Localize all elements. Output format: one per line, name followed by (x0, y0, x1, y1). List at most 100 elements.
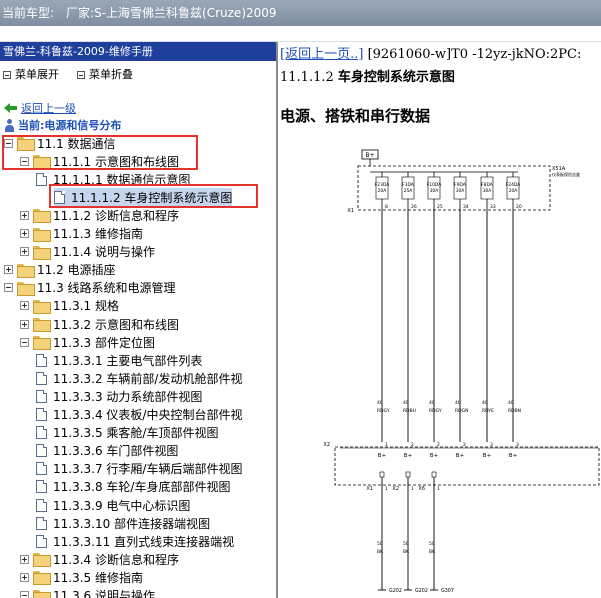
fuse-output-pin: 25 (437, 204, 443, 210)
collapse-menu-button[interactable]: 菜单折叠 (77, 63, 133, 87)
expand-plus-icon[interactable] (20, 229, 29, 238)
module-pin-number: 3 (516, 442, 519, 448)
tree-item-label: 11.3.2 示意图和布线图 (53, 317, 179, 332)
wiring-diagram: B+X51A仪表板保险丝盒F23DA20A8F3DA25A26F10DA30A2… (323, 149, 600, 594)
ground-pin-number: 1 (437, 486, 440, 492)
tree-folder-item[interactable]: 11.1.4 说明与操作 (20, 243, 155, 261)
highlight-box-data-comm (2, 135, 198, 170)
collapse-minus-icon[interactable] (4, 283, 13, 293)
tree-document-item[interactable]: 11.3.3.7 行李厢/车辆后端部件视图 (36, 460, 242, 478)
content-panel: [返回上一页..] [9261060-w]T0 -12yz-jkNO:2PC: … (278, 42, 601, 598)
ground-pin-number: 1 (411, 486, 414, 492)
ground-pin-symbol (431, 471, 437, 478)
tree-folder-item[interactable]: 11.3.6 说明与操作 (20, 587, 155, 598)
module-input-label: B+ (483, 453, 492, 459)
tree-item-label: 11.3.6 说明与操作 (53, 589, 155, 598)
tree-document-item[interactable]: 11.3.3.9 电气中心标识图 (36, 496, 190, 514)
tree-document-item[interactable]: 11.3.3.4 仪表板/中央控制台部件视 (36, 406, 242, 424)
tree-folder-item[interactable]: 11.3.1 规格 (20, 297, 119, 315)
tree-document-item[interactable]: 11.3.3.8 车轮/车身底部部件视图 (36, 478, 230, 496)
module-input-label: B+ (456, 453, 465, 459)
folder-icon (33, 227, 51, 242)
tree-folder-item[interactable]: 11.1.3 维修指南 (20, 225, 143, 243)
ground-point-label: G307 (441, 588, 454, 594)
manual-title: 雪佛兰-科鲁兹-2009-维修手册 (0, 42, 276, 61)
tree-folder-item[interactable]: 11.3.3 部件定位图 (20, 333, 155, 351)
tree-folder-item[interactable]: 11.3.5 维修指南 (20, 568, 143, 586)
document-icon (36, 480, 47, 494)
tree-document-item[interactable]: 11.3.3.5 乘客舱/车顶部件视图 (36, 424, 218, 442)
fuse-symbol (401, 176, 415, 200)
highlight-box-selected-item (49, 184, 258, 208)
tree-item-label: 11.1.2 诊断信息和程序 (53, 208, 179, 223)
back-to-parent-label: 返回上一级 (21, 102, 76, 115)
current-model-label: 当前车型: (2, 6, 55, 20)
fuse-output-pin: 20 (516, 204, 522, 210)
wire-gauge: 40 (455, 400, 461, 406)
tree-item-label: 11.1.4 说明与操作 (53, 245, 155, 260)
ground-point-label: G202 (389, 588, 402, 594)
document-icon (36, 498, 47, 512)
document-icon (36, 516, 47, 530)
tree-item-label: 11.3.3 部件定位图 (53, 335, 155, 350)
fuse-symbol (506, 176, 520, 200)
fuse-rating: 30A (483, 188, 492, 194)
ground-wire-gauge: 50 (429, 541, 435, 547)
document-icon (36, 444, 47, 458)
ground-wire-color: BK (429, 549, 436, 555)
folder-icon (33, 299, 51, 314)
tree-item-label: 11.1.3 维修指南 (53, 227, 143, 241)
expand-plus-icon[interactable] (20, 572, 29, 582)
module-connector-label: X2 (323, 442, 330, 448)
expand-plus-icon[interactable] (20, 210, 29, 220)
fuse-output-pin: 8 (385, 204, 388, 210)
expand-plus-icon[interactable] (4, 265, 13, 275)
tree-document-item[interactable]: 11.3.3.10 部件连接器端视图 (36, 514, 210, 532)
fuse-rating: 30A (430, 188, 439, 194)
collapse-minus-icon[interactable] (20, 591, 29, 598)
fuse-symbol (480, 176, 494, 200)
fuse-symbol (427, 176, 441, 200)
document-icon (36, 462, 47, 476)
back-to-previous-page-link[interactable]: [返回上一页..] (280, 47, 363, 62)
expand-plus-icon[interactable] (20, 301, 29, 311)
ground-pin-number: 1 (385, 486, 388, 492)
tree-folder-item[interactable]: 11.2 电源插座 (4, 261, 116, 279)
ground-point-label: G202 (415, 588, 428, 594)
fuse-block-connector-label: X1 (347, 208, 354, 214)
tree-folder-item[interactable]: 11.3.2 示意图和布线图 (20, 315, 179, 333)
module-input-label: B+ (404, 453, 413, 459)
expand-menu-button[interactable]: 菜单展开 (3, 63, 59, 87)
tree-document-item[interactable]: 11.3.3.6 车门部件视图 (36, 442, 178, 460)
wire-color: RDBU (403, 408, 416, 414)
back-to-parent-link[interactable]: 返回上一级 (4, 100, 76, 116)
ground-wire-gauge: 50 (403, 541, 409, 547)
collapse-minus-icon[interactable] (20, 337, 29, 347)
current-location-label: 当前:电源和信号分布 (18, 119, 122, 132)
expand-plus-icon[interactable] (20, 319, 29, 329)
tree-document-item[interactable]: 11.3.3.11 直列式线束连接器端视 (36, 532, 234, 550)
user-icon (4, 118, 15, 132)
toolbar-spacer (0, 26, 601, 42)
module-input-label: B+ (509, 453, 518, 459)
tree-folder-item[interactable]: 11.1.2 诊断信息和程序 (20, 206, 179, 224)
tree-document-item[interactable]: 11.3.3.2 车辆前部/发动机舱部件视 (36, 369, 242, 387)
section-title-line: 11.1.1.2 车身控制系统示意图 (280, 66, 455, 85)
expand-icon (3, 71, 11, 79)
ground-wire-color: BK (403, 549, 410, 555)
fuse-name: F24DA (506, 182, 520, 188)
tree-document-item[interactable]: 11.3.3.3 动力系统部件视图 (36, 387, 202, 405)
tree-item-label: 11.3.3.8 车轮/车身底部部件视图 (53, 480, 231, 495)
fuse-symbol (453, 176, 467, 200)
expand-plus-icon[interactable] (20, 247, 29, 257)
wire-color: RDGY (377, 408, 390, 414)
expand-plus-icon[interactable] (20, 554, 29, 564)
tree-document-item[interactable]: 11.3.3.1 主要电气部件列表 (36, 351, 202, 369)
tree-item-label: 11.3 线路系统和电源管理 (37, 281, 176, 296)
document-icon (36, 534, 47, 548)
tree-folder-item[interactable]: 11.3.4 诊断信息和程序 (20, 550, 179, 568)
document-icon (36, 408, 47, 421)
tree-item-label: 11.3.1 规格 (53, 299, 119, 314)
tree-folder-item[interactable]: 11.3 线路系统和电源管理 (4, 279, 176, 297)
fuse-rating: 25A (404, 188, 413, 194)
